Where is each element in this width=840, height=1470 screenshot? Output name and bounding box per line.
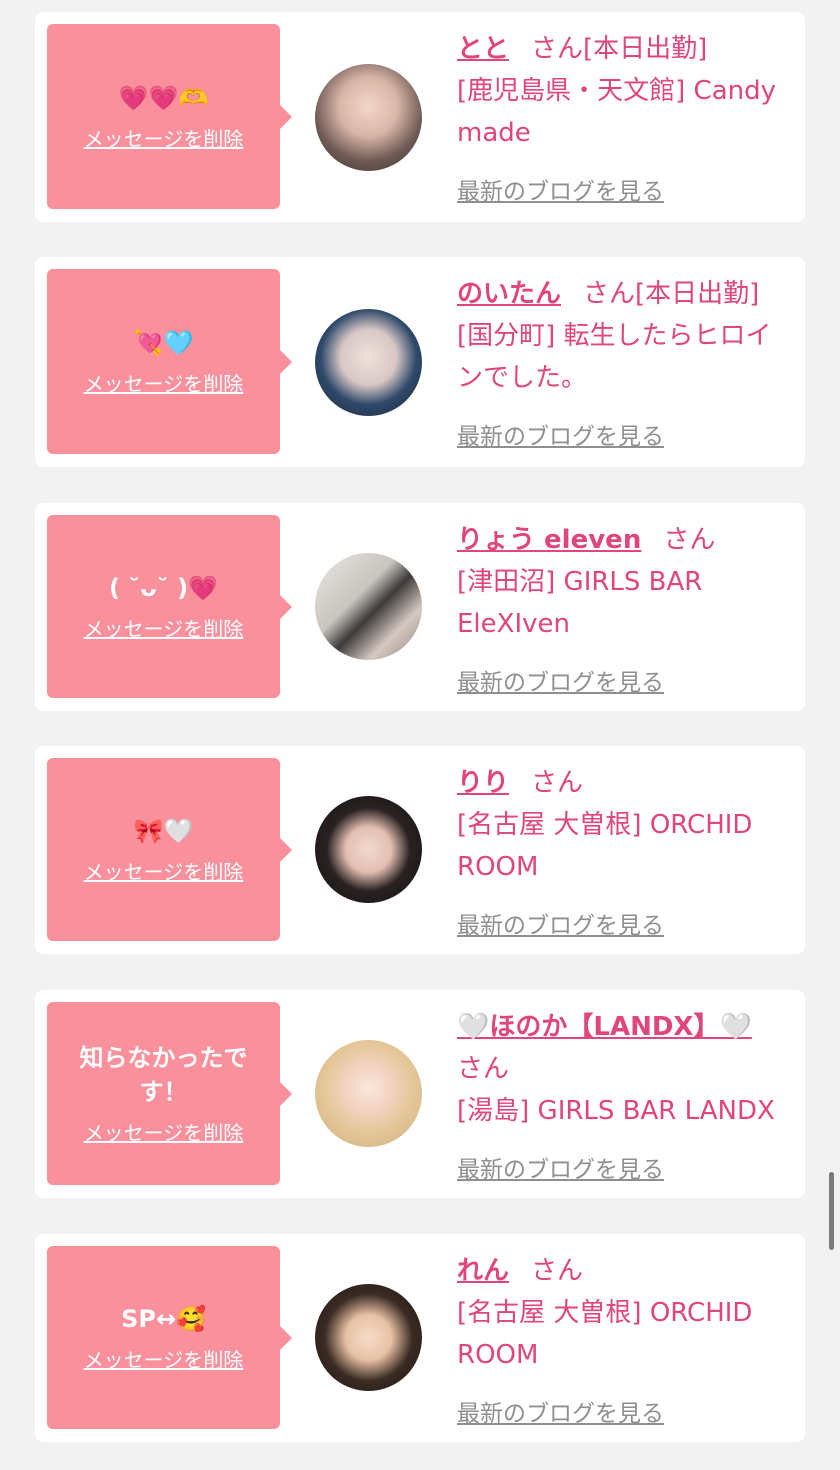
message-bubble: 🎀🤍 メッセージを削除 <box>47 758 292 941</box>
honorific: さん <box>531 34 584 64</box>
message-text: 🎀🤍 <box>133 817 194 845</box>
profile-info: とと さん[本日出勤] [鹿児島県・天文館] Candy made <box>457 28 797 154</box>
message-text: SP↔🥰 <box>121 1305 206 1333</box>
delete-message-link[interactable]: メッセージを削除 <box>84 856 244 885</box>
profile-name-link[interactable]: とと <box>457 34 509 64</box>
profile-name-link[interactable]: のいたん <box>457 279 561 309</box>
avatar[interactable] <box>315 1284 422 1391</box>
shop-name: [名古屋 大曽根] ORCHID ROOM <box>457 1298 753 1370</box>
list-item: SP↔🥰 メッセージを削除 れん さん [名古屋 大曽根] ORCHID ROOM… <box>35 1234 805 1442</box>
profile-info: りり さん [名古屋 大曽根] ORCHID ROOM <box>457 762 797 888</box>
profile-info: のいたん さん[本日出勤] [国分町] 転生したらヒロインでした。 <box>457 273 797 399</box>
view-blog-link[interactable]: 最新のブログを見る <box>457 1150 664 1184</box>
message-text: ( ˘ᴗ˘ )💗 <box>108 574 219 602</box>
shop-name: [鹿児島県・天文館] Candy made <box>457 76 777 148</box>
scrollbar[interactable] <box>829 1172 834 1250</box>
list-item: 🎀🤍 メッセージを削除 りり さん [名古屋 大曽根] ORCHID ROOM 最… <box>35 746 805 954</box>
avatar[interactable] <box>315 796 422 903</box>
avatar[interactable] <box>315 553 422 660</box>
view-blog-link[interactable]: 最新のブログを見る <box>457 1394 664 1428</box>
profile-name-link[interactable]: れん <box>457 1256 509 1286</box>
shop-name: [名古屋 大曽根] ORCHID ROOM <box>457 810 753 882</box>
message-bubble: 💘🩵 メッセージを削除 <box>47 269 292 454</box>
delete-message-link[interactable]: メッセージを削除 <box>84 123 244 152</box>
message-bubble: ( ˘ᴗ˘ )💗 メッセージを削除 <box>47 515 292 698</box>
avatar[interactable] <box>315 309 422 416</box>
shop-name: [津田沼] GIRLS BAR EleXIven <box>457 567 703 639</box>
profile-name-link[interactable]: 🤍ほのか【LANDX】🤍 <box>457 1012 752 1042</box>
list-item: 知らなかったです！ メッセージを削除 🤍ほのか【LANDX】🤍 さん [湯島] G… <box>35 990 805 1198</box>
profile-name-link[interactable]: りょう eleven <box>457 525 641 555</box>
delete-message-link[interactable]: メッセージを削除 <box>84 613 244 642</box>
list-item: ( ˘ᴗ˘ )💗 メッセージを削除 りょう eleven さん [津田沼] GIR… <box>35 503 805 711</box>
message-bubble: SP↔🥰 メッセージを削除 <box>47 1246 292 1429</box>
message-text: 知らなかったです！ <box>79 1044 248 1106</box>
delete-message-link[interactable]: メッセージを削除 <box>84 368 244 397</box>
profile-info: 🤍ほのか【LANDX】🤍 さん [湯島] GIRLS BAR LANDX <box>457 1006 797 1132</box>
honorific: さん <box>531 768 584 798</box>
avatar[interactable] <box>315 64 422 171</box>
view-blog-link[interactable]: 最新のブログを見る <box>457 172 664 206</box>
message-bubble: 知らなかったです！ メッセージを削除 <box>47 1002 292 1185</box>
shop-name: [国分町] 転生したらヒロインでした。 <box>457 321 772 393</box>
delete-message-link[interactable]: メッセージを削除 <box>84 1344 244 1373</box>
message-bubble: 💗💗🫶 メッセージを削除 <box>47 24 292 209</box>
view-blog-link[interactable]: 最新のブログを見る <box>457 906 664 940</box>
list-item: 💘🩵 メッセージを削除 のいたん さん[本日出勤] [国分町] 転生したらヒロイン… <box>35 257 805 467</box>
message-text: 💘🩵 <box>133 329 194 357</box>
profile-info: れん さん [名古屋 大曽根] ORCHID ROOM <box>457 1250 797 1376</box>
delete-message-link[interactable]: メッセージを削除 <box>84 1117 244 1146</box>
status-badge: [本日出勤] <box>583 34 708 64</box>
honorific: さん <box>663 525 716 555</box>
view-blog-link[interactable]: 最新のブログを見る <box>457 663 664 697</box>
message-text: 💗💗🫶 <box>118 84 209 112</box>
honorific: さん <box>531 1256 584 1286</box>
honorific: さん <box>457 1054 510 1084</box>
view-blog-link[interactable]: 最新のブログを見る <box>457 417 664 451</box>
honorific: さん <box>583 279 636 309</box>
shop-name: [湯島] GIRLS BAR LANDX <box>457 1096 775 1126</box>
profile-name-link[interactable]: りり <box>457 768 509 798</box>
list-item: 💗💗🫶 メッセージを削除 とと さん[本日出勤] [鹿児島県・天文館] Candy… <box>35 12 805 222</box>
profile-info: りょう eleven さん [津田沼] GIRLS BAR EleXIven <box>457 519 797 645</box>
avatar[interactable] <box>315 1040 422 1147</box>
status-badge: [本日出勤] <box>635 279 760 309</box>
